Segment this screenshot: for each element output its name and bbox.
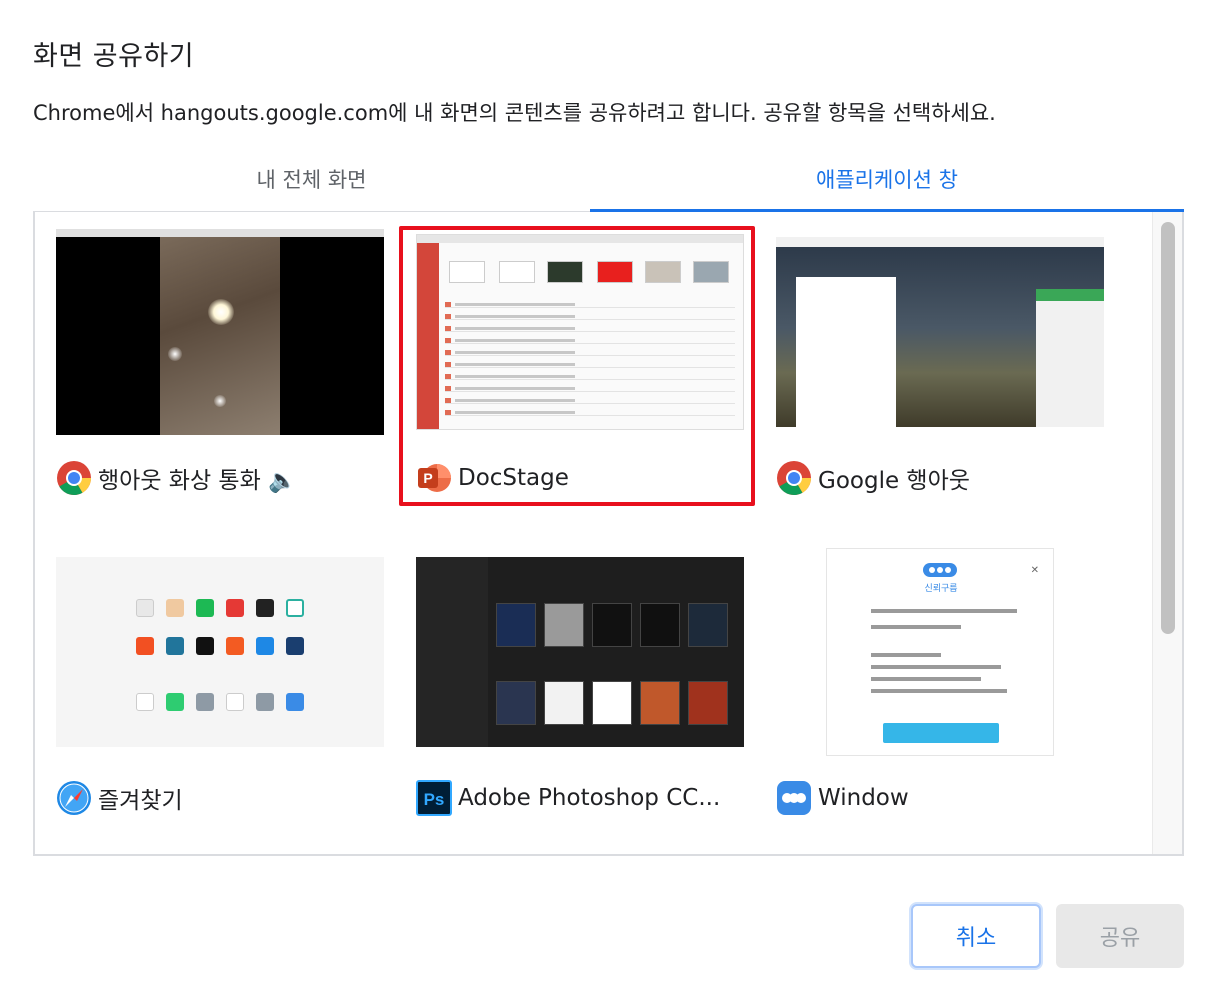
cloud-logo-icon	[923, 563, 957, 577]
window-thumbnail	[770, 232, 1110, 432]
window-label: 즐겨찾기	[98, 788, 183, 814]
share-button[interactable]: 공유	[1056, 904, 1184, 968]
scrollbar[interactable]	[1152, 212, 1182, 854]
window-thumbnail	[50, 229, 390, 435]
window-item-window[interactable]: 신뢰구름 ✕ Window	[770, 548, 1110, 842]
window-app-name: 신뢰구름	[924, 584, 958, 594]
window-item-hangout-call[interactable]: 행아웃 화상 통화 🔈	[50, 229, 390, 522]
photoshop-icon: Ps	[416, 780, 452, 816]
dialog-title: 화면 공유하기	[33, 41, 195, 72]
window-label: Google 행아웃	[818, 468, 970, 494]
window-thumbnail	[50, 552, 390, 752]
cloud-app-icon	[776, 780, 812, 816]
window-list: 행아웃 화상 통화 🔈 P DocStage Google 행아웃 즐겨찾기 P…	[33, 212, 1184, 856]
tab-entire-screen[interactable]: 내 전체 화면	[33, 160, 590, 212]
safari-icon	[56, 780, 92, 816]
window-item-favorites[interactable]: 즐겨찾기	[50, 552, 390, 842]
cancel-button[interactable]: 취소	[911, 904, 1041, 968]
window-label: Window	[818, 785, 909, 811]
scrollbar-thumb[interactable]	[1161, 222, 1175, 634]
window-thumbnail: 신뢰구름 ✕	[770, 548, 1110, 756]
window-label: 행아웃 화상 통화 🔈	[98, 468, 297, 494]
window-item-photoshop[interactable]: Ps Adobe Photoshop CC...	[410, 552, 750, 842]
window-label: Adobe Photoshop CC...	[458, 785, 721, 811]
svg-text:Ps: Ps	[424, 790, 445, 809]
dialog-description: Chrome에서 hangouts.google.com에 내 화면의 콘텐츠를…	[33, 101, 996, 125]
close-icon: ✕	[1030, 565, 1039, 576]
chrome-icon	[56, 460, 92, 496]
chrome-icon	[776, 460, 812, 496]
window-item-google-hangouts[interactable]: Google 행아웃	[770, 232, 1110, 522]
tab-application-window[interactable]: 애플리케이션 창	[590, 160, 1184, 212]
window-thumbnail	[410, 552, 750, 752]
selection-highlight	[399, 226, 755, 506]
